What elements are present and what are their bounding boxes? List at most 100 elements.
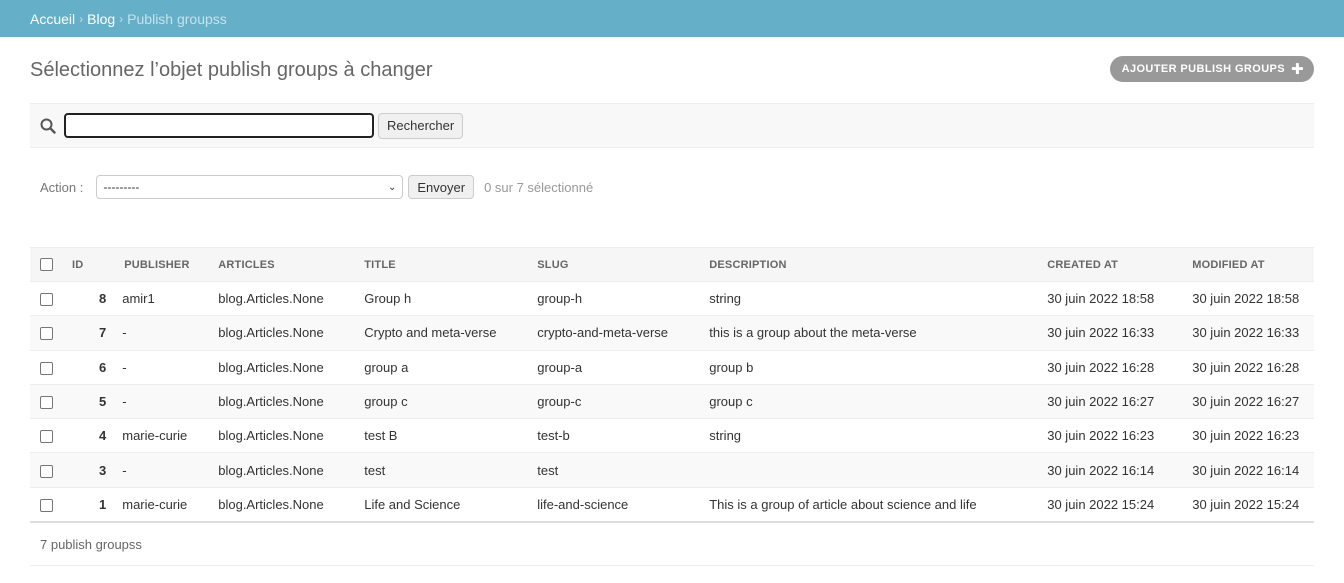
row-description: this is a group about the meta-verse [701,315,1040,351]
row-created-at: 30 juin 2022 16:14 [1039,452,1185,488]
add-button-label: AJOUTER PUBLISH GROUPS [1121,63,1286,75]
table-row: 6- blog.Articles.None group a group-a group … [30,350,1314,385]
row-title: test B [356,418,530,454]
row-id-link[interactable]: 8 [64,281,115,317]
row-publisher: - [114,452,211,488]
column-header-id[interactable]: ID [64,247,115,282]
row-description: string [701,281,1040,317]
select-all-checkbox[interactable] [40,258,53,271]
column-header-slug[interactable]: SLUG [529,247,702,282]
select-all-header [30,247,64,282]
table-row: 8 amir1 blog.Articles.None Group h group-h st… [30,281,1314,317]
column-header-articles[interactable]: ARTICLES [210,247,357,282]
table-header-row: ID PUBLISHER ARTICLES TITLE SLUG DESCRIP… [30,247,1314,282]
row-slug: group-c [529,384,702,420]
row-publisher: - [114,315,211,351]
row-created-at: 30 juin 2022 16:27 [1039,384,1185,420]
column-header-publisher[interactable]: PUBLISHER [114,247,211,282]
row-checkbox[interactable] [40,293,53,307]
row-select-cell [30,487,64,523]
row-slug: group-h [529,281,702,317]
row-checkbox[interactable] [40,327,53,341]
row-checkbox[interactable] [40,430,53,444]
row-id-link[interactable]: 7 [64,315,115,351]
table-row: 7- blog.Articles.None Crypto and meta-vers… [30,315,1314,351]
row-created-at: 30 juin 2022 16:33 [1039,315,1185,351]
row-modified-at: 30 juin 2022 16:27 [1184,384,1314,420]
row-title: Crypto and meta-verse [356,315,530,351]
column-header-description[interactable]: DESCRIPTION [701,247,1040,282]
selection-counter: 0 sur 7 sélectionné [484,179,594,195]
row-title: test [356,452,530,488]
paginator: 7 publish groupss [30,524,1314,566]
row-id-link[interactable]: 3 [64,452,115,488]
row-articles: blog.Articles.None [210,487,357,523]
row-slug: crypto-and-meta-verse [529,315,702,351]
table-row: 3- blog.Articles.None test test 30 juin 2022… [30,452,1314,488]
row-slug: test [529,452,702,488]
row-created-at: 30 juin 2022 18:58 [1039,281,1185,317]
row-modified-at: 30 juin 2022 16:28 [1184,350,1314,385]
row-title: Life and Science [356,487,530,523]
action-select[interactable]: --------- ⌄ [96,175,404,199]
row-title: Group h [356,281,530,317]
row-created-at: 30 juin 2022 16:23 [1039,418,1185,454]
row-slug: life-and-science [529,487,702,523]
action-select-value: --------- [103,180,140,194]
row-created-at: 30 juin 2022 16:28 [1039,350,1185,385]
breadcrumb-home-link[interactable]: Accueil [30,11,75,27]
add-publish-groups-button[interactable]: AJOUTER PUBLISH GROUPS ✚ [1109,56,1314,82]
go-button[interactable]: Envoyer [408,175,475,199]
row-modified-at: 30 juin 2022 16:14 [1184,452,1314,488]
row-checkbox[interactable] [40,498,53,512]
page-title: Sélectionnez l’objet publish groups à ch… [30,59,433,81]
row-slug: group-a [529,350,702,385]
row-id-link[interactable]: 1 [64,487,115,523]
row-id-link[interactable]: 4 [64,418,115,454]
row-description [701,452,1040,488]
row-description: string [701,418,1040,454]
row-id-link[interactable]: 5 [64,384,115,420]
breadcrumb: Accueil › Blog › Publish groupss [0,0,1344,37]
row-articles: blog.Articles.None [210,384,357,420]
column-header-created-at[interactable]: CREATED AT [1039,247,1185,282]
chevron-down-icon: ⌄ [387,181,397,193]
column-header-title[interactable]: TITLE [356,247,530,282]
row-checkbox[interactable] [40,396,53,410]
search-icon [39,117,57,135]
plus-icon: ✚ [1291,60,1304,78]
search-button[interactable]: Rechercher [378,112,464,139]
row-select-cell [30,350,64,385]
row-modified-at: 30 juin 2022 15:24 [1184,487,1314,523]
column-header-modified-at[interactable]: MODIFIED AT [1184,247,1314,282]
row-articles: blog.Articles.None [210,281,357,317]
row-select-cell [30,384,64,420]
row-description: group c [701,384,1040,420]
row-publisher: marie-curie [114,418,211,454]
row-articles: blog.Articles.None [210,315,357,351]
row-modified-at: 30 juin 2022 16:33 [1184,315,1314,351]
breadcrumb-separator: › [79,11,84,26]
row-checkbox[interactable] [40,464,53,478]
action-label: Action : [40,179,84,195]
table-row: 4 marie-curie blog.Articles.None test Btest… [30,418,1314,454]
row-publisher: - [114,350,211,385]
row-select-cell [30,452,64,488]
search-toolbar: Rechercher [30,103,1314,148]
row-slug: test-b [529,418,702,454]
row-created-at: 30 juin 2022 15:24 [1039,487,1185,523]
row-publisher: marie-curie [114,487,211,523]
row-publisher: - [114,384,211,420]
search-input[interactable] [64,113,374,138]
row-select-cell [30,315,64,351]
row-id-link[interactable]: 6 [64,350,115,385]
results-table: ID PUBLISHER ARTICLES TITLE SLUG DESCRIP… [30,247,1314,523]
row-checkbox[interactable] [40,361,53,375]
row-publisher: amir1 [114,281,211,317]
breadcrumb-app-link[interactable]: Blog [87,11,115,27]
row-description: This is a group of article about science… [701,487,1040,523]
actions-bar: Action : --------- ⌄ Envoyer 0 sur 7 sél… [30,174,1314,200]
row-modified-at: 30 juin 2022 18:58 [1184,281,1314,317]
row-articles: blog.Articles.None [210,418,357,454]
breadcrumb-separator: › [119,11,124,26]
